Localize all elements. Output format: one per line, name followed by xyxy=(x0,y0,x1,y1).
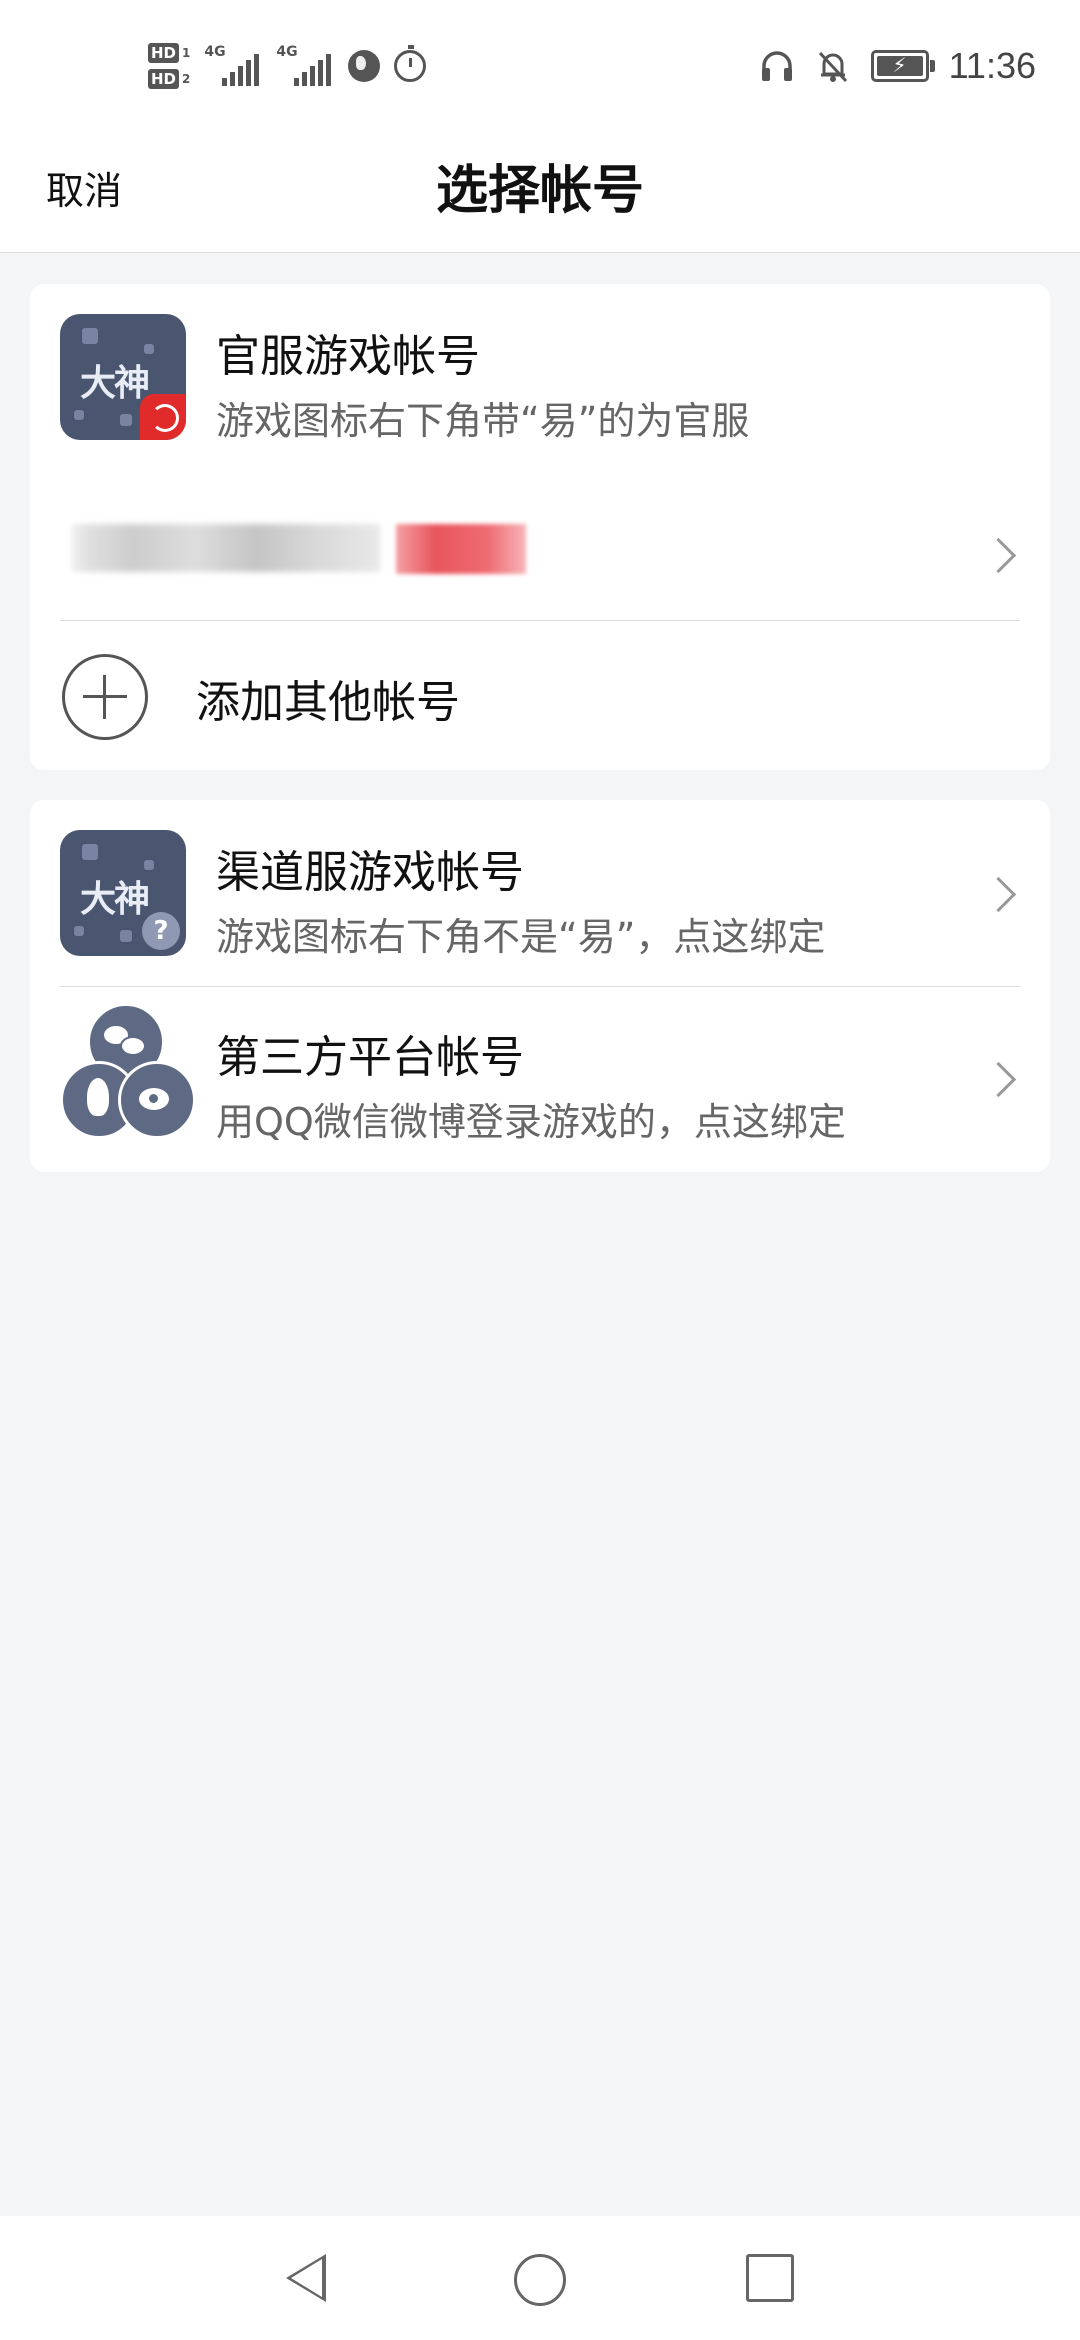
timer-icon xyxy=(394,45,427,82)
account-row[interactable] xyxy=(30,484,1050,622)
clock: 11:36 xyxy=(948,45,1036,86)
official-accounts-subtitle: 游戏图标右下角带“易”的为官服 xyxy=(216,399,750,443)
status-right: ⚡ 11:36 xyxy=(759,40,1036,92)
chevron-right-icon xyxy=(980,537,1017,574)
netease-yi-badge-icon xyxy=(140,394,186,440)
home-nav-icon[interactable] xyxy=(514,2254,566,2306)
question-mark-badge-icon: ? xyxy=(142,912,180,950)
status-left: HD 1 HD 2 4G 4G xyxy=(148,36,427,96)
page-title: 选择帐号 xyxy=(435,161,644,221)
nav-header: 取消 选择帐号 xyxy=(0,130,1080,253)
chevron-right-icon xyxy=(980,1061,1017,1098)
signal-icon: 4G xyxy=(204,44,262,88)
hd-icon: HD 2 xyxy=(148,69,190,89)
add-circle-icon[interactable] xyxy=(62,654,148,740)
official-accounts-title: 官服游戏帐号 xyxy=(216,331,480,382)
redacted-account-name xyxy=(72,524,380,572)
status-bar: HD 1 HD 2 4G 4G ⚡ 11:36 xyxy=(0,0,1080,130)
third-party-accounts-title: 第三方平台帐号 xyxy=(216,1032,524,1083)
dashen-channel-app-icon: 大神 ? xyxy=(60,830,186,956)
battery-charging-icon: ⚡ xyxy=(870,50,935,82)
hd-indicators: HD 1 HD 2 xyxy=(148,43,190,89)
channel-accounts-subtitle: 游戏图标右下角不是“易”，点这绑定 xyxy=(216,915,826,959)
redacted-account-tag xyxy=(396,524,526,574)
system-nav-bar xyxy=(0,2216,1080,2340)
back-nav-icon[interactable] xyxy=(286,2254,326,2302)
globe-icon xyxy=(348,50,381,82)
divider xyxy=(60,620,1020,621)
third-party-accounts-subtitle: 用QQ微信微博登录游戏的，点这绑定 xyxy=(216,1100,846,1144)
channel-account-row[interactable]: 大神 ? 渠道服游戏帐号 游戏图标右下角不是“易”，点这绑定 xyxy=(30,800,1050,986)
official-accounts-card: 大神 官服游戏帐号 游戏图标右下角带“易”的为官服 添加其他帐号 xyxy=(30,284,1050,770)
add-other-account-button[interactable]: 添加其他帐号 xyxy=(196,666,460,730)
signal-icon: 4G xyxy=(276,44,334,88)
recent-apps-nav-icon[interactable] xyxy=(746,2254,794,2302)
headphones-icon xyxy=(761,51,792,81)
dashen-official-app-icon: 大神 xyxy=(60,314,186,440)
weibo-icon xyxy=(118,1061,196,1139)
channel-accounts-title: 渠道服游戏帐号 xyxy=(216,847,524,898)
third-party-account-row[interactable]: 第三方平台帐号 用QQ微信微博登录游戏的，点这绑定 xyxy=(30,987,1050,1172)
social-platforms-icon xyxy=(60,1003,196,1139)
hd-icon: HD 1 xyxy=(148,43,190,63)
chevron-right-icon xyxy=(980,876,1017,913)
cancel-button[interactable]: 取消 xyxy=(46,130,122,252)
mute-bell-icon xyxy=(818,51,847,83)
other-accounts-card: 大神 ? 渠道服游戏帐号 游戏图标右下角不是“易”，点这绑定 第三方平台帐号 用… xyxy=(30,800,1050,1172)
